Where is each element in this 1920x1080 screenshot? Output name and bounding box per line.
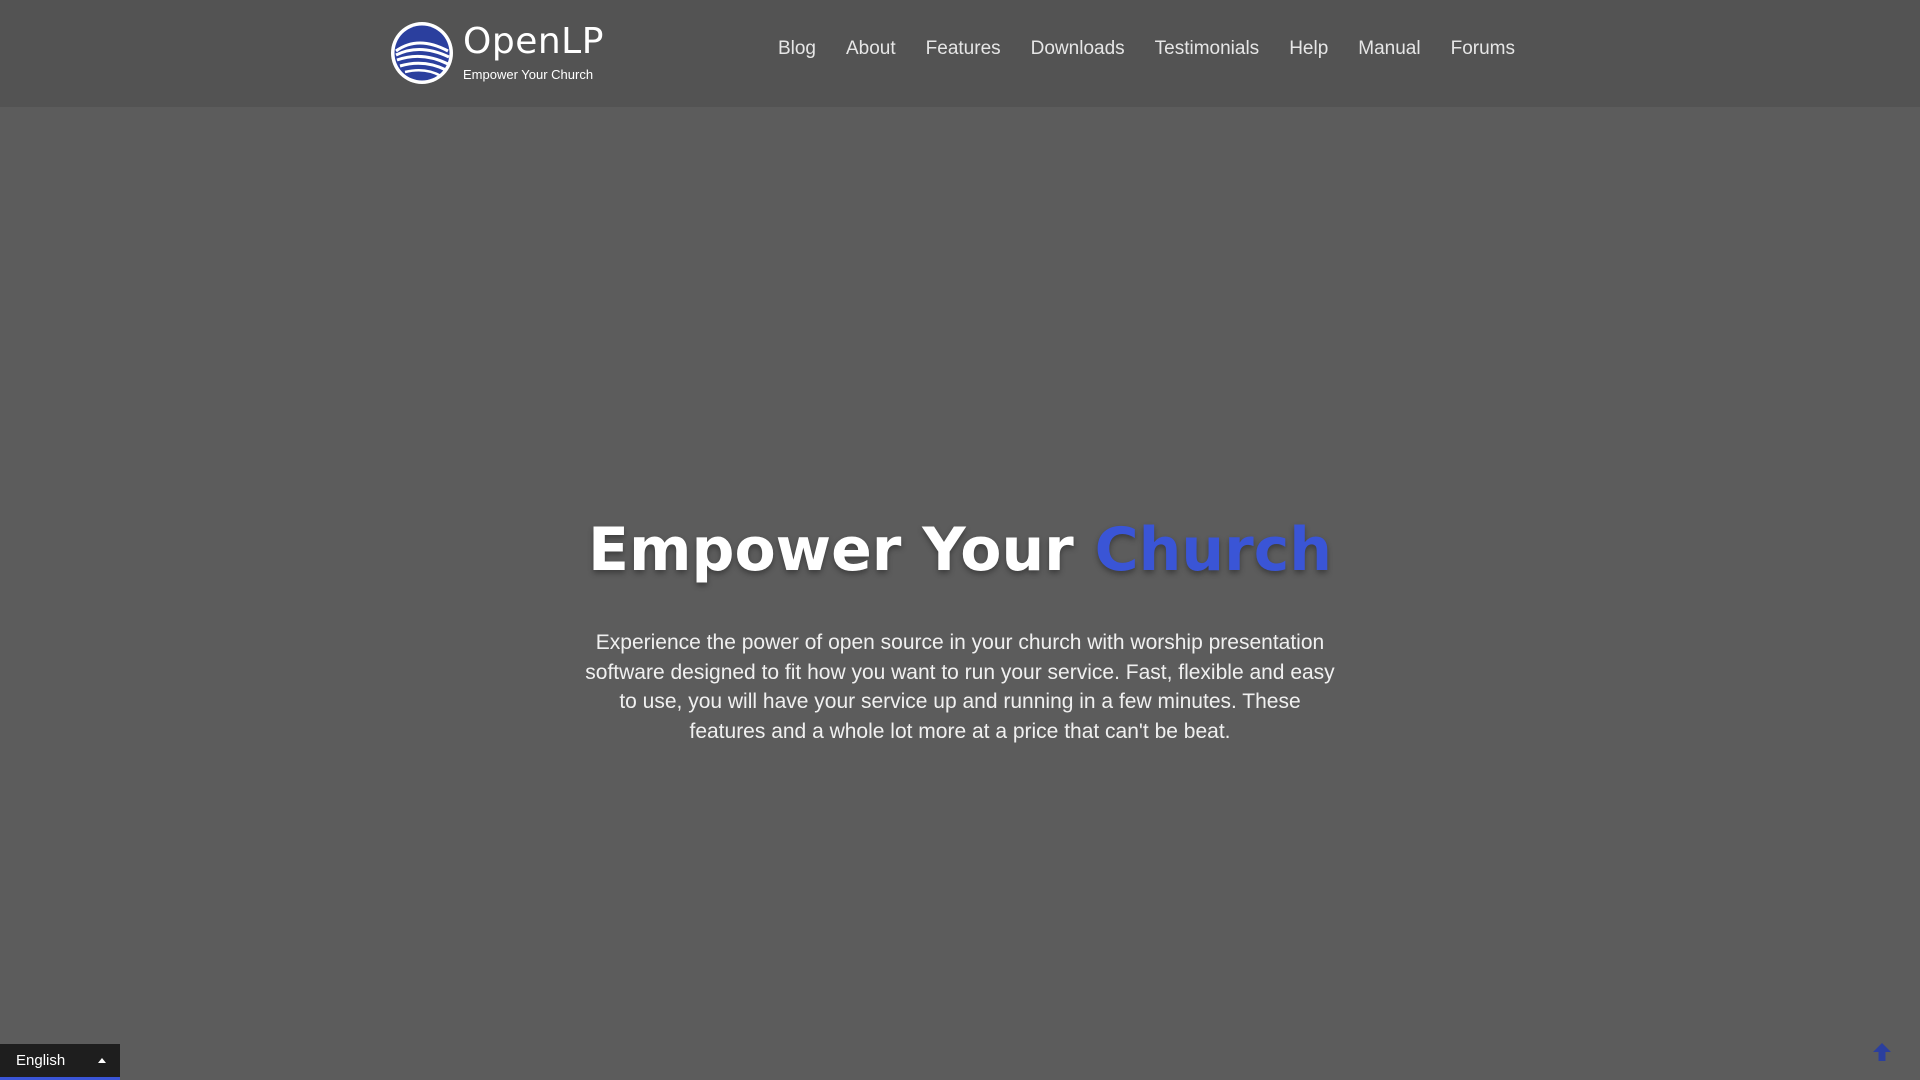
nav-link-help[interactable]: Help xyxy=(1289,34,1328,64)
arrow-up-icon[interactable] xyxy=(1870,1040,1894,1064)
hero-section: Empower Your Church Experience the power… xyxy=(0,107,1920,1080)
hero-title: Empower Your Church xyxy=(0,510,1920,590)
language-selector-value: English xyxy=(16,1052,66,1069)
nav-link-about[interactable]: About xyxy=(846,34,896,64)
nav-link-downloads[interactable]: Downloads xyxy=(1031,34,1125,64)
nav-link-forums[interactable]: Forums xyxy=(1451,34,1515,64)
hero-description: Experience the power of open source in y… xyxy=(585,631,1335,743)
hero-title-accent: Church xyxy=(1094,515,1332,585)
openlp-logo-icon xyxy=(391,22,453,84)
brand-name: OpenLP xyxy=(463,21,604,62)
nav-link-manual[interactable]: Manual xyxy=(1358,34,1420,64)
nav-link-testimonials[interactable]: Testimonials xyxy=(1155,34,1260,64)
language-selector[interactable]: English xyxy=(0,1044,120,1080)
main-nav: Blog About Features Downloads Testimonia… xyxy=(748,34,1515,64)
brand-link[interactable]: OpenLP Empower Your Church xyxy=(390,20,604,86)
page: OpenLP Empower Your Church Blog About Fe… xyxy=(0,0,1920,1080)
caret-up-icon xyxy=(98,1058,106,1063)
nav-link-features[interactable]: Features xyxy=(926,34,1001,64)
site-header: OpenLP Empower Your Church Blog About Fe… xyxy=(0,0,1920,107)
brand-tagline: Empower Your Church xyxy=(463,67,594,82)
nav-link-blog[interactable]: Blog xyxy=(778,34,816,64)
brand-text: OpenLP Empower Your Church xyxy=(463,22,604,84)
hero-title-main: Empower Your xyxy=(588,515,1074,585)
